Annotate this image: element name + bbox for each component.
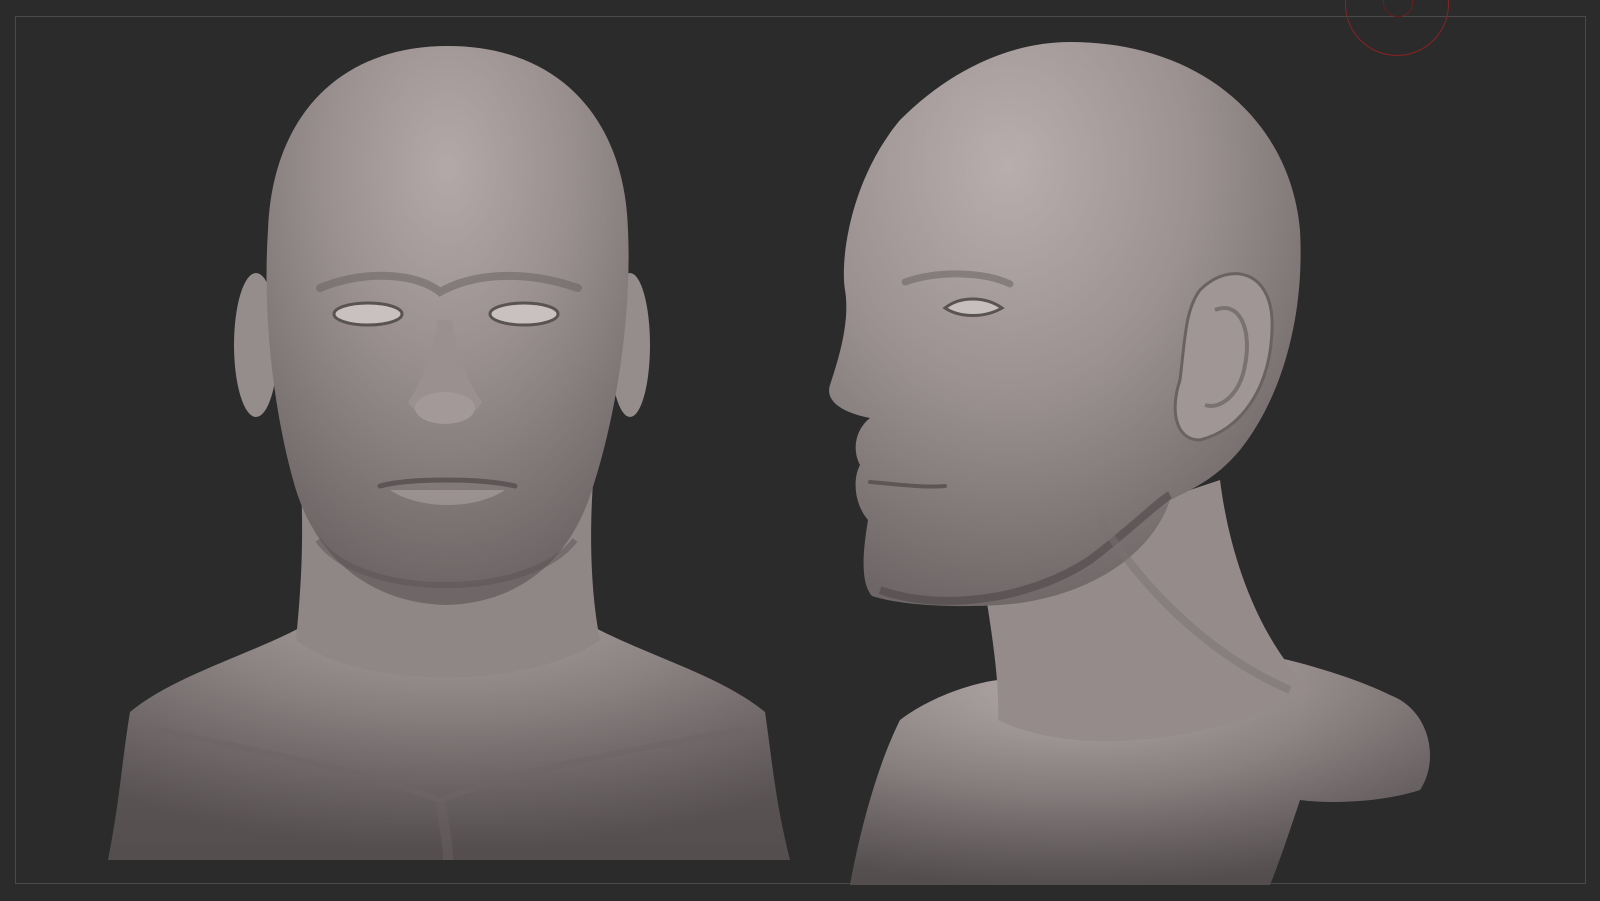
front-eye-left — [332, 301, 404, 327]
front-eye-right — [488, 301, 560, 327]
sculpt-canvas[interactable] — [0, 0, 1600, 901]
3d-viewport[interactable] — [0, 0, 1600, 901]
head-bust-front-view[interactable] — [108, 46, 790, 861]
head-bust-side-view[interactable] — [829, 42, 1430, 885]
front-nose-tip — [415, 392, 475, 424]
